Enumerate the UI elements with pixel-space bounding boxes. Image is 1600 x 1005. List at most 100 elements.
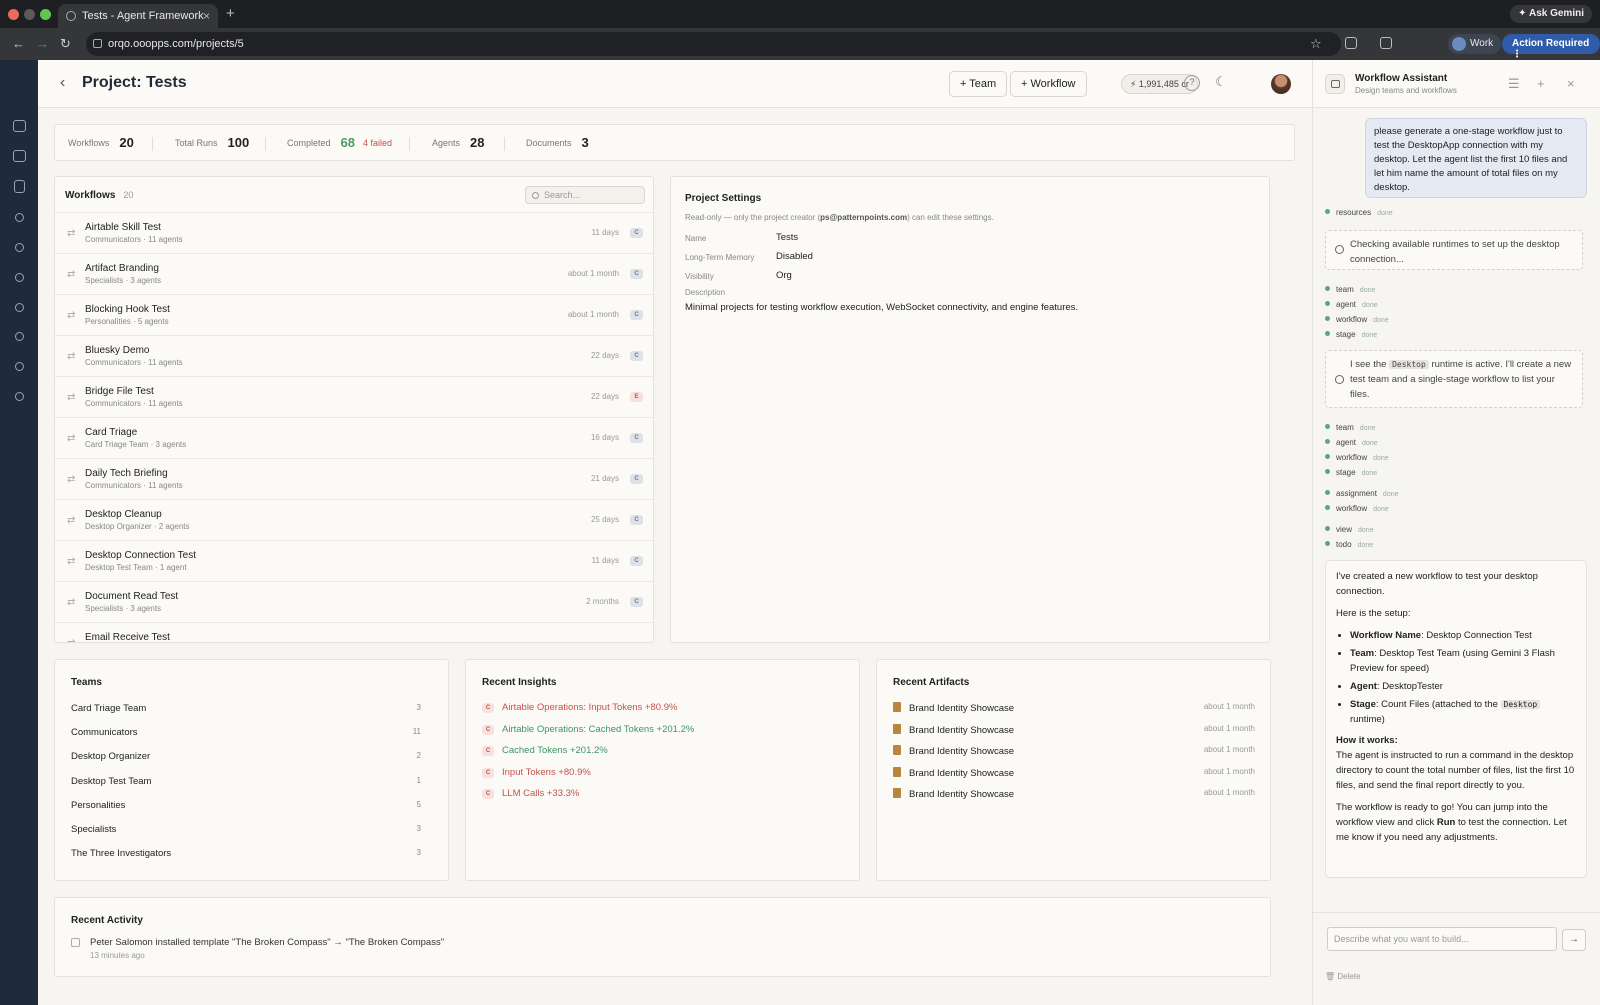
insight-row[interactable]: C Airtable Operations: Cached Tokens +201… <box>482 724 694 735</box>
insight-row[interactable]: C Airtable Operations: Input Tokens +80.9… <box>482 702 677 713</box>
artifact-row[interactable]: Brand Identity Showcase about 1 month <box>893 723 1255 736</box>
add-workflow-button[interactable]: + Workflow <box>1010 71 1087 97</box>
team-row[interactable]: Desktop Organizer 2 <box>71 751 421 762</box>
workflow-name: Blocking Hook Test <box>85 304 170 315</box>
action-required-label: Action Required <box>1512 38 1590 49</box>
site-info-icon[interactable] <box>93 39 102 48</box>
profile-button[interactable]: Work <box>1448 34 1502 54</box>
new-tab-button[interactable]: + <box>226 5 235 22</box>
step-status: done <box>1362 440 1378 447</box>
ask-gemini-button[interactable]: ✦ Ask Gemini <box>1510 5 1592 23</box>
workflow-meta: Communicators · 11 agents <box>85 399 183 408</box>
extensions-icon[interactable] <box>1345 37 1357 49</box>
insight-text: Cached Tokens +201.2% <box>502 745 608 756</box>
team-icon[interactable] <box>15 213 24 222</box>
status-badge: C <box>630 228 643 238</box>
workflow-icon: ⇄ <box>67 515 76 526</box>
new-chat-icon[interactable]: + <box>1537 76 1545 91</box>
reload-icon[interactable]: ↻ <box>60 36 71 52</box>
workflows-count: 20 <box>123 190 134 200</box>
insight-row[interactable]: C LLM Calls +33.3% <box>482 788 579 799</box>
stats-bar: Workflows 20 Total Runs 100 Completed 68 4 f… <box>54 124 1295 161</box>
step-item: stage done <box>1325 330 1377 339</box>
credits-value: 1,991,485 cr <box>1138 79 1189 89</box>
status-badge: C <box>630 597 643 607</box>
action-required-button[interactable]: Action Required ⋮ <box>1502 34 1600 60</box>
bookmark-star-icon[interactable]: ☆ <box>1310 36 1322 52</box>
add-team-button[interactable]: + Team <box>949 71 1008 97</box>
folder-icon[interactable] <box>13 150 26 162</box>
team-icon[interactable] <box>15 243 24 252</box>
team-name: Desktop Test Team <box>71 775 152 787</box>
workflow-row[interactable]: ⇄ Daily Tech Briefing Communicators · 11 a… <box>55 458 653 499</box>
home-icon[interactable] <box>13 120 26 132</box>
workflow-row[interactable]: ⇄ Blocking Hook Test Personalities · 5 age… <box>55 294 653 335</box>
status-badge: C <box>630 433 643 443</box>
browser-tab[interactable]: Tests - Agent Framework × <box>58 4 218 28</box>
workflow-row[interactable]: ⇄ Artifact Branding Specialists · 3 agents… <box>55 253 653 294</box>
moon-icon[interactable]: ☾ <box>1213 75 1229 91</box>
teams-panel: Teams Card Triage Team 3 Communicators 11 De… <box>54 659 449 881</box>
back-chevron-icon[interactable]: ‹ <box>60 74 65 92</box>
workflow-date: 16 days <box>590 433 619 442</box>
stat-completed: Completed 68 4 failed <box>287 134 392 150</box>
step-status: done <box>1382 491 1399 498</box>
workflow-row[interactable]: ⇄ Document Read Test Specialists · 3 agent… <box>55 581 653 622</box>
prompt-input[interactable]: Describe what you want to build... <box>1327 927 1557 951</box>
activity-text: Peter Salomon installed template "The Br… <box>90 937 445 948</box>
forward-arrow-icon[interactable]: → <box>36 36 49 51</box>
team-row[interactable]: Specialists 3 <box>71 824 421 835</box>
step-status: done <box>1359 287 1376 294</box>
history-icon[interactable]: ☰ <box>1508 76 1520 92</box>
maximize-window-button[interactable] <box>40 9 51 20</box>
workflow-search-input[interactable]: Search... <box>525 186 645 204</box>
minimize-window-button[interactable] <box>24 9 35 20</box>
setup-key: Workflow Name <box>1350 630 1422 641</box>
team-name: Card Triage Team <box>71 703 147 714</box>
visibility-value: Org <box>776 270 792 281</box>
workflow-row[interactable]: ⇄ Card Triage Card Triage Team · 3 agents 1… <box>55 417 653 458</box>
team-row[interactable]: The Three Investigators 3 <box>71 848 421 859</box>
insight-row[interactable]: C Cached Tokens +201.2% <box>482 745 608 756</box>
document-icon[interactable] <box>14 180 25 193</box>
workflow-icon: ⇄ <box>67 310 76 321</box>
workflow-meta: Communicators · 11 agents <box>85 358 183 367</box>
artifact-name: Brand Identity Showcase <box>909 746 1015 757</box>
insight-row[interactable]: C Input Tokens +80.9% <box>482 767 591 778</box>
workflow-name: Card Triage <box>85 427 138 438</box>
workflow-row[interactable]: ⇄ Desktop Connection Test Desktop Test Tea… <box>55 540 653 581</box>
note-text: Read-only — only the project creator ( <box>685 213 821 222</box>
team-icon[interactable] <box>15 332 24 341</box>
team-icon[interactable] <box>15 273 24 282</box>
delete-button[interactable]: 🗑 Delete <box>1325 972 1361 981</box>
sidepanel-icon[interactable] <box>1380 37 1392 49</box>
send-button[interactable]: → <box>1562 929 1586 951</box>
user-message: please generate a one-stage workflow jus… <box>1365 118 1587 198</box>
close-icon[interactable]: × <box>1567 76 1575 91</box>
close-window-button[interactable] <box>8 9 19 20</box>
activity-time: 13 minutes ago <box>90 951 145 960</box>
artifact-row[interactable]: Brand Identity Showcase about 1 month <box>893 788 1255 800</box>
workflow-row[interactable]: ⇄ Bluesky Demo Communicators · 11 agents 22… <box>55 335 653 376</box>
team-row[interactable]: Personalities 5 <box>71 800 421 811</box>
team-icon[interactable] <box>15 362 24 371</box>
help-icon[interactable]: ? <box>1184 75 1200 91</box>
user-avatar[interactable] <box>1271 74 1291 94</box>
team-count: 3 <box>416 848 421 858</box>
team-row[interactable]: Communicators 11 <box>71 727 421 738</box>
address-bar[interactable]: orqo.ooopps.com/projects/5 <box>86 32 1341 56</box>
workflow-row[interactable]: ⇄ Airtable Skill Test Communicators · 11 a… <box>55 212 653 253</box>
workflow-row[interactable]: ⇄ Email Receive Test <box>55 622 653 642</box>
artifact-row[interactable]: Brand Identity Showcase about 1 month <box>893 745 1255 757</box>
workflow-row[interactable]: ⇄ Desktop Cleanup Desktop Organizer · 2 ag… <box>55 499 653 540</box>
workflow-row[interactable]: ⇄ Bridge File Test Communicators · 11 agen… <box>55 376 653 417</box>
workflow-name: Desktop Cleanup <box>85 509 162 520</box>
team-icon[interactable] <box>15 392 24 401</box>
artifact-row[interactable]: Brand Identity Showcase about 1 month <box>893 702 1255 714</box>
back-arrow-icon[interactable]: ← <box>12 36 25 51</box>
close-tab-icon[interactable]: × <box>203 9 210 23</box>
team-icon[interactable] <box>15 303 24 312</box>
team-row[interactable]: Card Triage Team 3 <box>71 703 421 714</box>
artifact-row[interactable]: Brand Identity Showcase about 1 month <box>893 766 1255 779</box>
team-row[interactable]: Desktop Test Team 1 <box>71 776 421 787</box>
